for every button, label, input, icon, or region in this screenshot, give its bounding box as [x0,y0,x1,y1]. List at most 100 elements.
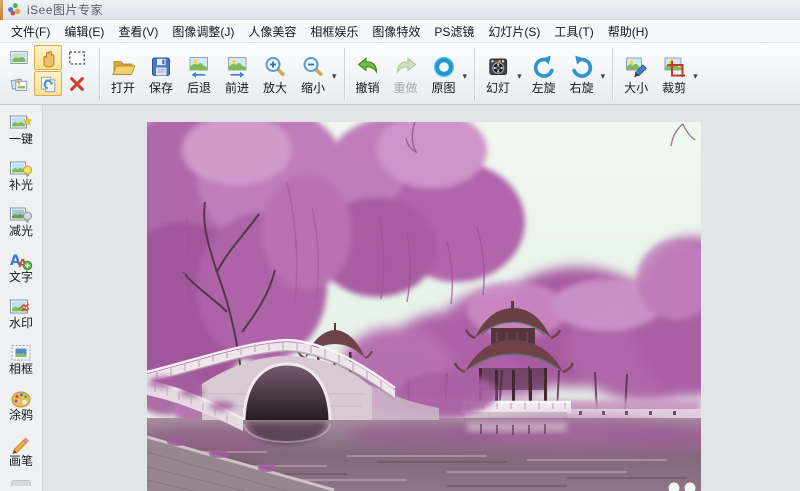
menu-image-adjust[interactable]: 图像调整(J) [165,20,241,42]
menu-tools[interactable]: 工具(T) [547,20,600,42]
menu-portrait-beauty[interactable]: 人像美容 [241,20,303,42]
fill-light-label: 补光 [8,177,33,192]
watermark-icon [10,299,30,313]
title-bar: iSee图片专家 [0,0,800,20]
sidebar-item-onekey[interactable]: 一键 [0,106,42,152]
forward-button[interactable]: 前进 [218,51,256,96]
app-logo-icon [8,3,21,16]
delete-x-icon [70,76,84,91]
canvas-area[interactable] [43,105,800,491]
fill-light-icon [10,161,32,176]
doodle-label: 涂鸦 [8,407,33,422]
zoom-out-label: 缩小 [300,81,325,95]
rotate-left-label: 左旋 [531,81,556,95]
redo-arrow-icon [396,57,416,74]
tool-mode-grid [5,43,91,96]
isee-app-window: iSee图片专家 文件(F) 编辑(E) 查看(V) 图像调整(J) 人像美容 … [0,0,800,491]
sidebar-item-brush[interactable]: 画笔 [0,428,42,474]
hand-pan-button[interactable] [34,45,62,70]
toolbar-separator [343,47,345,100]
brush-label: 画笔 [8,453,33,468]
rotate-right-dropdown[interactable]: ▾ [601,65,606,82]
original-view-button[interactable]: 原图 [425,51,463,96]
crop-dropdown[interactable]: ▾ [693,65,698,82]
zoom-out-button[interactable]: 缩小 [294,51,332,96]
toolbar-separator [474,47,476,100]
toolbar-separator [99,47,100,100]
duplicate-photo-button[interactable] [5,71,33,96]
menu-image-effects[interactable]: 图像特效 [365,20,427,42]
sidebar-item-frame[interactable]: 相框 [0,336,42,382]
dim-light-icon [10,207,32,222]
sync-view-button[interactable] [34,71,62,96]
rotate-right-icon [571,55,592,78]
back-label: 后退 [186,81,211,95]
original-ring-icon [433,56,454,78]
rotate-right-label: 右旋 [569,81,594,95]
duplicate-icon [10,78,28,91]
sidebar-item-dim-light[interactable]: 减光 [0,198,42,244]
zoom-in-button[interactable]: 放大 [256,51,294,96]
rotate-left-icon [533,55,554,78]
zoom-out-icon [303,57,323,77]
window-edge [0,0,3,20]
selection-marquee-icon [69,50,85,65]
menu-bar: 文件(F) 编辑(E) 查看(V) 图像调整(J) 人像美容 相框娱乐 图像特效… [0,20,800,43]
back-button[interactable]: 后退 [180,51,218,96]
zoom-out-dropdown[interactable]: ▾ [332,65,337,82]
rotate-right-button[interactable]: 右旋 [563,51,601,96]
redo-label: 重做 [393,81,418,95]
forward-photo-icon [228,57,247,80]
toolbar: 打开 保存 后退 前进 放大 缩小 ▾ 撤销 重做 原图 ▾ 幻灯 ▾ 左旋 右… [0,43,800,105]
browse-photos-button[interactable] [5,45,33,70]
menu-ps-filters[interactable]: PS滤镜 [427,20,481,42]
resize-label: 大小 [624,81,649,95]
frame-label: 相框 [8,361,33,376]
crop-button[interactable]: 裁剪 [655,51,693,96]
open-folder-icon [112,61,136,75]
redo-button[interactable]: 重做 [387,51,425,96]
menu-edit[interactable]: 编辑(E) [57,20,111,42]
film-reel-icon [489,58,508,75]
sidebar-item-watermark[interactable]: 水印 [0,290,42,336]
menu-slideshow[interactable]: 幻灯片(S) [481,20,547,42]
menu-frame-fun[interactable]: 相框娱乐 [303,20,365,42]
menu-file[interactable]: 文件(F) [4,20,57,42]
original-label: 原图 [431,81,456,95]
open-label: 打开 [110,81,135,95]
marquee-select-button[interactable] [63,45,91,70]
delete-photo-button[interactable] [63,71,91,96]
resize-pen-icon [626,57,647,78]
save-button[interactable]: 保存 [142,51,180,96]
slideshow-dropdown[interactable]: ▾ [517,65,522,82]
zoom-in-icon [265,57,285,77]
back-photo-icon [189,57,208,80]
save-floppy-icon [152,57,170,76]
rotate-left-button[interactable]: 左旋 [525,51,563,96]
forward-label: 前进 [224,81,249,95]
window-title: iSee图片专家 [27,3,104,17]
sidebar-item-fill-light[interactable]: 补光 [0,152,42,198]
slideshow-button[interactable]: 幻灯 [479,51,517,96]
photo-thumbnail-icon [10,50,28,64]
open-button[interactable]: 打开 [104,51,142,96]
save-label: 保存 [148,81,173,95]
menu-view[interactable]: 查看(V) [111,20,165,42]
pages-sync-icon [41,76,56,92]
resize-button[interactable]: 大小 [617,51,655,96]
add-text-icon: A A [10,253,33,270]
onekey-label: 一键 [8,131,33,146]
photo[interactable] [147,122,701,491]
pencil-icon [12,437,29,454]
original-dropdown[interactable]: ▾ [463,65,468,82]
main-area: 一键 补光 减光 A A 文字 水印 相框 涂鸦 画笔 [0,105,800,491]
onekey-fix-icon [10,115,33,128]
menu-help[interactable]: 帮助(H) [601,20,656,42]
sidebar-item-text[interactable]: A A 文字 [0,244,42,290]
undo-button[interactable]: 撤销 [349,51,387,96]
undo-arrow-icon [357,57,377,74]
sidebar-item-doodle[interactable]: 涂鸦 [0,382,42,428]
zoom-in-label: 放大 [262,81,287,95]
crop-icon [664,57,686,77]
dim-light-label: 减光 [8,223,33,238]
